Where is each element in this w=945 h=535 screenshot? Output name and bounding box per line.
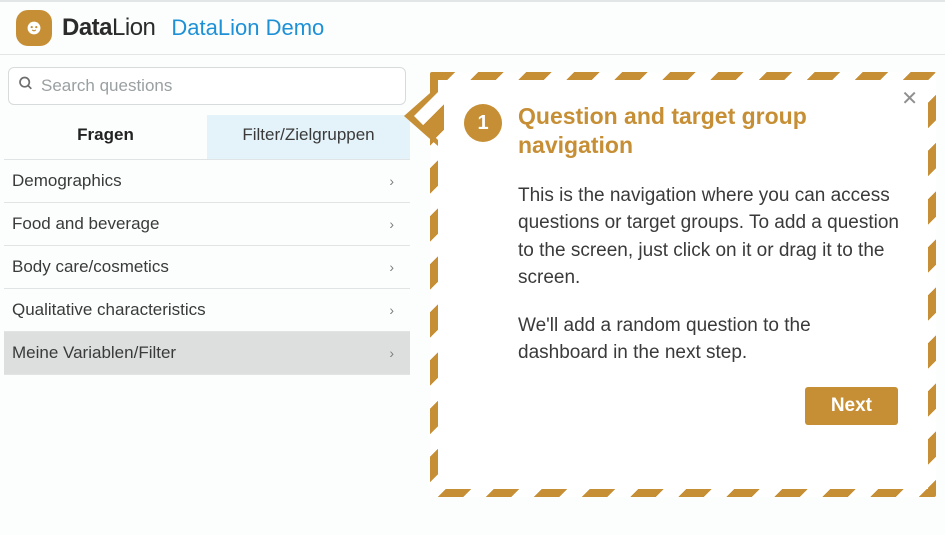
brand-name-light: Lion: [112, 14, 155, 41]
tab-filter-zielgruppen[interactable]: Filter/Zielgruppen: [207, 115, 410, 159]
nav-item-body-care[interactable]: Body care/cosmetics ›: [4, 246, 410, 289]
tab-fragen[interactable]: Fragen: [4, 115, 207, 159]
nav-item-qualitative[interactable]: Qualitative characteristics ›: [4, 289, 410, 332]
nav-item-meine-variablen[interactable]: Meine Variablen/Filter ›: [4, 332, 410, 375]
nav-item-label: Demographics: [12, 171, 122, 191]
app-header: DataLion DataLion Demo: [0, 0, 945, 55]
chevron-right-icon: ›: [389, 259, 394, 275]
nav-item-label: Food and beverage: [12, 214, 159, 234]
demo-link[interactable]: DataLion Demo: [171, 15, 324, 41]
nav-item-label: Meine Variablen/Filter: [12, 343, 176, 363]
nav-item-demographics[interactable]: Demographics ›: [4, 159, 410, 203]
chevron-right-icon: ›: [389, 345, 394, 361]
brand-logo: [16, 10, 52, 46]
chevron-right-icon: ›: [389, 216, 394, 232]
popover-paragraph-2: We'll add a random question to the dashb…: [518, 312, 902, 367]
nav-item-label: Qualitative characteristics: [12, 300, 206, 320]
search-wrap: [8, 67, 406, 105]
close-icon: ✕: [901, 88, 918, 110]
close-button[interactable]: ✕: [901, 86, 918, 111]
chevron-right-icon: ›: [389, 302, 394, 318]
tour-popover: ✕ 1 Question and target group navigation…: [430, 72, 936, 497]
nav-item-label: Body care/cosmetics: [12, 257, 169, 277]
sidebar-tabs: Fragen Filter/Zielgruppen: [4, 115, 410, 159]
search-icon: [18, 76, 34, 97]
popover-body: This is the navigation where you can acc…: [518, 182, 902, 367]
step-badge: 1: [464, 104, 502, 142]
chevron-right-icon: ›: [389, 173, 394, 189]
next-button[interactable]: Next: [805, 387, 898, 425]
search-input[interactable]: [8, 67, 406, 105]
nav-item-food-beverage[interactable]: Food and beverage ›: [4, 203, 410, 246]
popover-arrow: [404, 86, 438, 146]
sidebar: Fragen Filter/Zielgruppen Demographics ›…: [0, 55, 418, 375]
tour-popover-inner: ✕ 1 Question and target group navigation…: [438, 80, 928, 489]
brand-name: DataLion: [62, 14, 155, 42]
popover-title: Question and target group navigation: [518, 102, 902, 160]
popover-paragraph-1: This is the navigation where you can acc…: [518, 182, 902, 292]
question-nav-list: Demographics › Food and beverage › Body …: [4, 159, 410, 375]
popover-header: 1 Question and target group navigation: [464, 102, 902, 160]
brand-name-bold: Data: [62, 14, 112, 41]
lion-icon: [20, 14, 48, 42]
